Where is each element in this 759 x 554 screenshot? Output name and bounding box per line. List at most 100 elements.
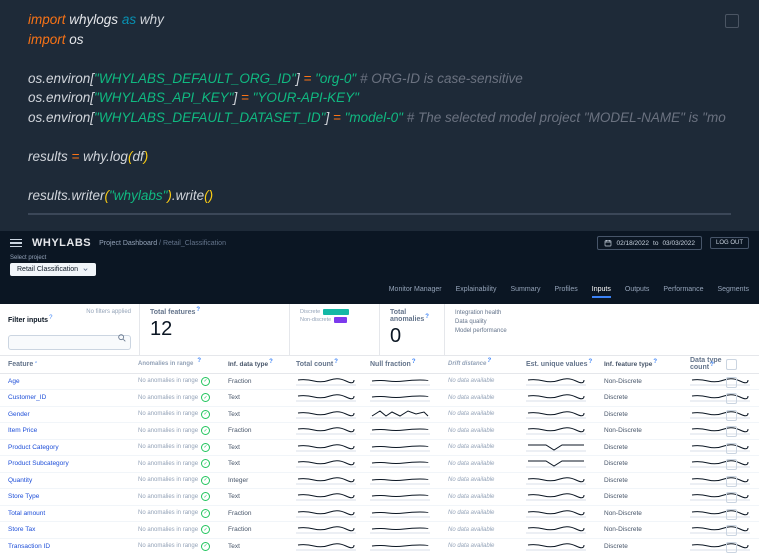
- health-line: Model performance: [455, 327, 749, 336]
- date-range-picker[interactable]: 02/18/2022to03/03/2022: [597, 236, 702, 250]
- inf-feature-type: Non-Discrete: [604, 510, 690, 517]
- whylabs-dashboard: WHYLABS Project Dashboard / Retail_Class…: [0, 231, 759, 554]
- anomaly-text: No anomalies in range: [138, 527, 198, 533]
- table-row[interactable]: Product Subcategory No anomalies in range…: [0, 456, 759, 473]
- feature-link[interactable]: Customer_ID: [8, 394, 46, 401]
- total-count-spark: [296, 507, 370, 520]
- select-project-label: Select project: [10, 255, 749, 261]
- col-header[interactable]: Null fraction?: [370, 361, 448, 368]
- nondiscrete-label: Non-discrete: [300, 317, 331, 323]
- data-type-count-spark: [690, 408, 740, 421]
- null-fraction-spark: [370, 474, 448, 487]
- table-row[interactable]: GenderNo anomalies in range✓TextNo data …: [0, 407, 759, 424]
- col-header[interactable]: Inf. feature type?: [604, 361, 690, 368]
- table-row[interactable]: Item PriceNo anomalies in range✓Fraction…: [0, 423, 759, 440]
- table-row[interactable]: QuantityNo anomalies in range✓IntegerNo …: [0, 473, 759, 490]
- total-count-spark: [296, 391, 370, 404]
- table-row[interactable]: Total amountNo anomalies in range✓Fracti…: [0, 506, 759, 523]
- chevron-down-icon: [82, 266, 89, 273]
- feature-link[interactable]: Total amount: [8, 510, 45, 517]
- check-icon: ✓: [201, 459, 210, 468]
- total-count-spark: [296, 490, 370, 503]
- filters-applied-note: No filters applied: [86, 309, 131, 315]
- col-header[interactable]: Drift distance?: [448, 361, 526, 367]
- col-header[interactable]: Inf. data type?: [228, 361, 296, 368]
- health-line: Integration health: [455, 309, 749, 318]
- copy-icon[interactable]: [725, 14, 739, 28]
- feature-link[interactable]: Store Tax: [8, 526, 35, 533]
- anomaly-text: No anomalies in range: [138, 510, 198, 516]
- total-anomalies-label: Total anomalies: [390, 309, 424, 323]
- table-row[interactable]: Store TaxNo anomalies in range✓FractionN…: [0, 522, 759, 539]
- tab-monitor-manager[interactable]: Monitor Manager: [389, 286, 442, 298]
- check-icon: ✓: [201, 393, 210, 402]
- drift-distance: No data available: [448, 461, 526, 467]
- check-icon: ✓: [201, 410, 210, 419]
- null-fraction-spark: [370, 507, 448, 520]
- project-select[interactable]: Retail Classification: [10, 263, 96, 276]
- logout-button[interactable]: LOG OUT: [710, 237, 749, 249]
- tab-profiles[interactable]: Profiles: [554, 286, 577, 298]
- data-type-count-spark: [690, 523, 740, 536]
- drift-distance: No data available: [448, 378, 526, 384]
- total-count-spark: [296, 540, 370, 553]
- breadcrumb-project-dashboard[interactable]: Project Dashboard: [99, 240, 157, 247]
- unique-values-spark: [526, 523, 604, 536]
- drift-distance: No data available: [448, 428, 526, 434]
- inf-data-type: Fraction: [228, 427, 296, 434]
- check-icon: ✓: [201, 443, 210, 452]
- nondiscrete-bar: [334, 317, 347, 323]
- tab-summary[interactable]: Summary: [511, 286, 541, 298]
- total-count-spark: [296, 441, 370, 454]
- inf-data-type: Text: [228, 543, 296, 550]
- feature-link[interactable]: Product Category: [8, 444, 59, 451]
- feature-link[interactable]: Quantity: [8, 477, 32, 484]
- col-header[interactable]: Data type count?: [690, 357, 740, 371]
- table-row[interactable]: Transaction IDNo anomalies in range✓Text…: [0, 539, 759, 554]
- feature-link[interactable]: Gender: [8, 411, 30, 418]
- data-type-count-spark: [690, 424, 740, 437]
- feature-link[interactable]: Store Type: [8, 493, 39, 500]
- feature-link[interactable]: Transaction ID: [8, 543, 50, 550]
- inf-data-type: Text: [228, 411, 296, 418]
- inf-feature-type: Discrete: [604, 411, 690, 418]
- tab-segments[interactable]: Segments: [717, 286, 749, 298]
- null-fraction-spark: [370, 523, 448, 536]
- tab-explainability[interactable]: Explainability: [456, 286, 497, 298]
- feature-link[interactable]: Item Price: [8, 427, 37, 434]
- total-count-spark: [296, 408, 370, 421]
- total-count-spark: [296, 523, 370, 536]
- drift-distance: No data available: [448, 494, 526, 500]
- discrete-label: Discrete: [300, 309, 320, 315]
- anomaly-text: No anomalies in range: [138, 494, 198, 500]
- inf-feature-type: Discrete: [604, 444, 690, 451]
- feature-link[interactable]: Product Subcategory: [8, 460, 69, 467]
- col-header[interactable]: Total count?: [296, 361, 370, 368]
- table-row[interactable]: AgeNo anomalies in range✓FractionNo data…: [0, 374, 759, 391]
- tab-outputs[interactable]: Outputs: [625, 286, 650, 298]
- data-type-count-spark: [690, 490, 740, 503]
- menu-icon[interactable]: [10, 239, 22, 248]
- inf-feature-type: Discrete: [604, 493, 690, 500]
- table-body: AgeNo anomalies in range✓FractionNo data…: [0, 374, 759, 554]
- inf-feature-type: Discrete: [604, 543, 690, 550]
- total-anomalies-value: 0: [390, 325, 434, 348]
- table-row[interactable]: Customer_IDNo anomalies in range✓TextNo …: [0, 390, 759, 407]
- inf-data-type: Integer: [228, 477, 296, 484]
- anomaly-text: No anomalies in range: [138, 461, 198, 467]
- null-fraction-spark: [370, 441, 448, 454]
- anomaly-text: No anomalies in range: [138, 395, 198, 401]
- table-row[interactable]: Product CategoryNo anomalies in range✓Te…: [0, 440, 759, 457]
- tab-inputs[interactable]: Inputs: [592, 286, 611, 298]
- data-type-count-spark: [690, 375, 740, 388]
- table-row[interactable]: Store TypeNo anomalies in range✓TextNo d…: [0, 489, 759, 506]
- search-input[interactable]: [8, 335, 131, 350]
- feature-link[interactable]: Age: [8, 378, 20, 385]
- col-header[interactable]: Est. unique values?: [526, 361, 604, 368]
- code-block: import whylogs as why import os os.envir…: [0, 0, 759, 231]
- inf-data-type: Fraction: [228, 378, 296, 385]
- col-header[interactable]: Feature?: [8, 361, 138, 368]
- null-fraction-spark: [370, 424, 448, 437]
- col-header[interactable]: Anomalies in range?: [138, 361, 228, 367]
- tab-performance[interactable]: Performance: [663, 286, 703, 298]
